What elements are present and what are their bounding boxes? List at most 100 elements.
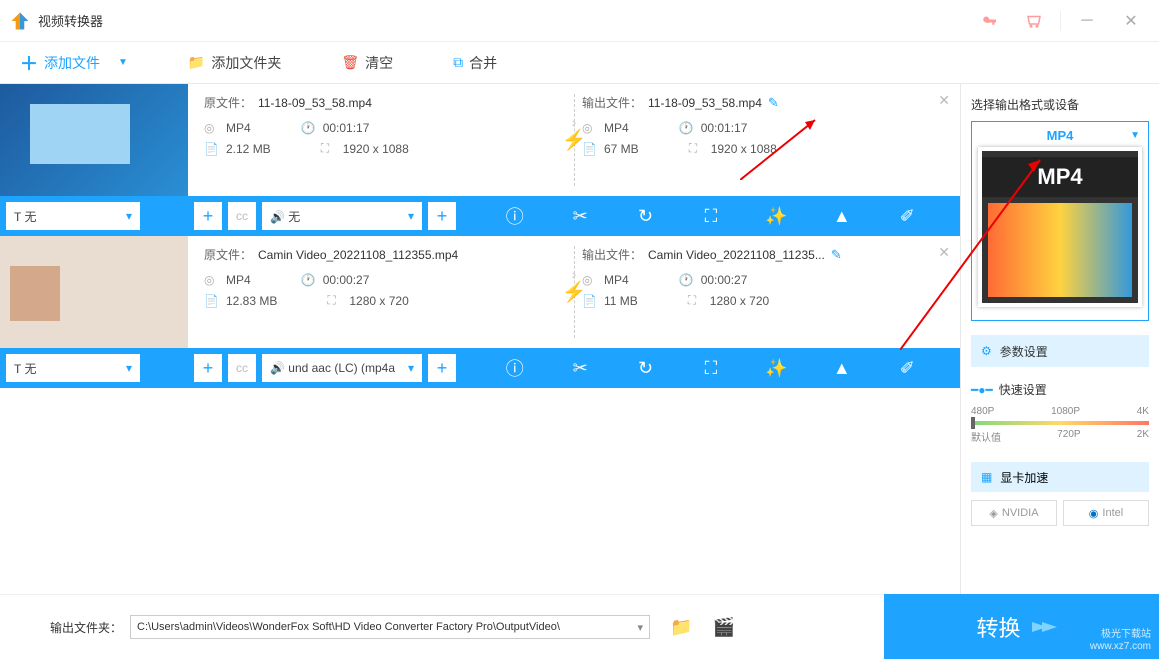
output-path-input[interactable]: C:\Users\admin\Videos\WonderFox Soft\HD … <box>130 615 650 639</box>
cut-icon[interactable]: ✂ <box>565 206 595 227</box>
app-title: 视频转换器 <box>38 11 103 30</box>
audio-value: 无 <box>288 210 300 224</box>
rotate-icon[interactable]: ↻ <box>631 358 661 379</box>
crop-icon[interactable]: ⛶ <box>696 206 726 227</box>
output-file-name: 11-18-09_53_58.mp4 <box>648 96 762 110</box>
chevron-down-icon: ▾ <box>408 361 414 375</box>
out-format: MP4 <box>604 273 629 287</box>
dropdown-arrow-icon[interactable]: ▼ <box>118 57 128 68</box>
app-logo-icon <box>10 11 30 31</box>
text-icon: T <box>14 210 24 224</box>
watermark-icon[interactable]: ▲ <box>827 206 857 227</box>
resolution-icon: ⛶ <box>688 293 704 308</box>
quick-label: 快速设置 <box>999 381 1047 398</box>
audio-value: und aac (LC) (mp4a <box>288 361 395 375</box>
browse-folder-icon[interactable]: 📁 <box>670 617 692 638</box>
merge-icon: ⧉ <box>453 54 463 71</box>
resolution-icon: ⛶ <box>689 141 705 156</box>
add-folder-button[interactable]: 📁 添加文件夹 <box>188 53 281 73</box>
mp4-text: MP4 <box>982 157 1138 197</box>
add-subtitle-button[interactable]: + <box>194 354 222 382</box>
out-format: MP4 <box>604 121 629 135</box>
crop-icon[interactable]: ⛶ <box>696 358 726 379</box>
clear-label: 清空 <box>365 53 393 73</box>
output-file-label: 输出文件： <box>582 246 642 263</box>
audio-select[interactable]: 🔊 und aac (LC) (mp4a▾ <box>262 354 422 382</box>
info-icon[interactable]: ⓘ <box>500 355 530 381</box>
src-format: MP4 <box>226 273 251 287</box>
minimize-button[interactable]: ─ <box>1069 7 1105 35</box>
merge-button[interactable]: ⧉ 合并 <box>453 53 497 73</box>
video-thumbnail[interactable] <box>0 236 188 348</box>
speaker-icon: 🔊 <box>270 210 288 224</box>
cart-icon[interactable] <box>1016 7 1052 35</box>
add-subtitle-button[interactable]: + <box>194 202 222 230</box>
res-720p: 720P <box>1057 429 1080 444</box>
src-duration: 00:00:27 <box>323 273 370 287</box>
src-resolution: 1920 x 1088 <box>343 142 409 156</box>
clock-icon: 🕐 <box>301 121 317 135</box>
video-thumbnail[interactable] <box>0 84 188 196</box>
source-file-label: 原文件： <box>204 246 252 263</box>
clear-button[interactable]: 🗑 清空 <box>341 53 393 73</box>
close-button[interactable]: ✕ <box>1113 7 1149 35</box>
info-icon[interactable]: ⓘ <box>500 203 530 229</box>
add-file-button[interactable]: ＋ 添加文件 ▼ <box>20 50 128 76</box>
slider-handle[interactable] <box>971 417 975 429</box>
out-duration: 00:00:27 <box>701 273 748 287</box>
quick-icon: ━●━ <box>971 383 993 397</box>
effects-icon[interactable]: ✨ <box>761 206 791 227</box>
titlebar: 视频转换器 ─ ✕ <box>0 0 1159 42</box>
add-audio-button[interactable]: + <box>428 354 456 382</box>
cc-button[interactable]: cc <box>228 354 256 382</box>
source-file-label: 原文件： <box>204 94 252 111</box>
cc-button[interactable]: cc <box>228 202 256 230</box>
close-icon[interactable]: ✕ <box>938 244 950 261</box>
resolution-slider[interactable]: 480P 1080P 4K 默认值 720P 2K <box>971 406 1149 444</box>
subtitle-select[interactable]: T 无▾ <box>6 202 140 230</box>
res-4k: 4K <box>1137 406 1149 417</box>
params-button[interactable]: ⚙ 参数设置 <box>971 335 1149 367</box>
sliders-icon: ⚙ <box>981 344 992 358</box>
output-format-card[interactable]: MP4 ▼ MP4 <box>971 121 1149 321</box>
edit-tool-icon[interactable]: ✐ <box>892 206 922 227</box>
chevron-down-icon: ▾ <box>408 209 414 223</box>
edit-icon[interactable]: ✎ <box>768 95 779 111</box>
merge-label: 合并 <box>469 53 497 73</box>
key-icon[interactable] <box>972 7 1008 35</box>
intel-button[interactable]: ◉Intel <box>1063 500 1149 526</box>
rotate-icon[interactable]: ↻ <box>631 206 661 227</box>
edit-tool-icon[interactable]: ✐ <box>892 358 922 379</box>
effects-icon[interactable]: ✨ <box>761 358 791 379</box>
separator <box>1060 11 1061 31</box>
convert-button[interactable]: 转换 极光下载站www.xz7.com <box>884 594 1159 659</box>
gpu-accel-button[interactable]: ▦ 显卡加速 <box>971 462 1149 492</box>
output-path-value: C:\Users\admin\Videos\WonderFox Soft\HD … <box>137 621 560 633</box>
subtitle-select[interactable]: T 无 ▾ <box>6 354 140 382</box>
out-size: 67 MB <box>604 142 639 156</box>
file-action-bar: T 无▾ + cc 🔊 无 ▾ + ⓘ ✂ ↻ ⛶ ✨ ▲ ✐ <box>0 196 960 236</box>
close-icon[interactable]: ✕ <box>938 92 950 109</box>
edit-icon[interactable]: ✎ <box>831 247 842 263</box>
res-1080p: 1080P <box>1051 406 1080 417</box>
open-folder-icon[interactable]: 🎬 <box>712 617 734 638</box>
out-size: 11 MB <box>604 294 638 308</box>
file-icon: 📄 <box>204 294 220 308</box>
source-file-name: Camin Video_20221108_112355.mp4 <box>258 248 458 262</box>
cut-icon[interactable]: ✂ <box>565 358 595 379</box>
subtitle-value: 无 <box>24 362 36 376</box>
res-2k: 2K <box>1137 429 1149 444</box>
src-format: MP4 <box>226 121 251 135</box>
nvidia-button[interactable]: ◈NVIDIA <box>971 500 1057 526</box>
nvidia-label: NVIDIA <box>1002 507 1039 519</box>
watermark-icon[interactable]: ▲ <box>827 358 857 379</box>
chip-icon: ▦ <box>981 470 992 484</box>
chevron-down-icon: ▾ <box>126 361 132 375</box>
chevron-down-icon[interactable]: ▾ <box>637 621 643 634</box>
source-file-name: 11-18-09_53_58.mp4 <box>258 96 372 110</box>
add-audio-button[interactable]: + <box>428 202 456 230</box>
file-row: › ⚡ ✕ 原文件：11-18-09_53_58.mp4 ◎MP4 🕐00:01… <box>0 84 960 196</box>
text-icon: T <box>14 362 24 376</box>
add-file-label: 添加文件 <box>44 53 100 73</box>
audio-select[interactable]: 🔊 无 ▾ <box>262 202 422 230</box>
